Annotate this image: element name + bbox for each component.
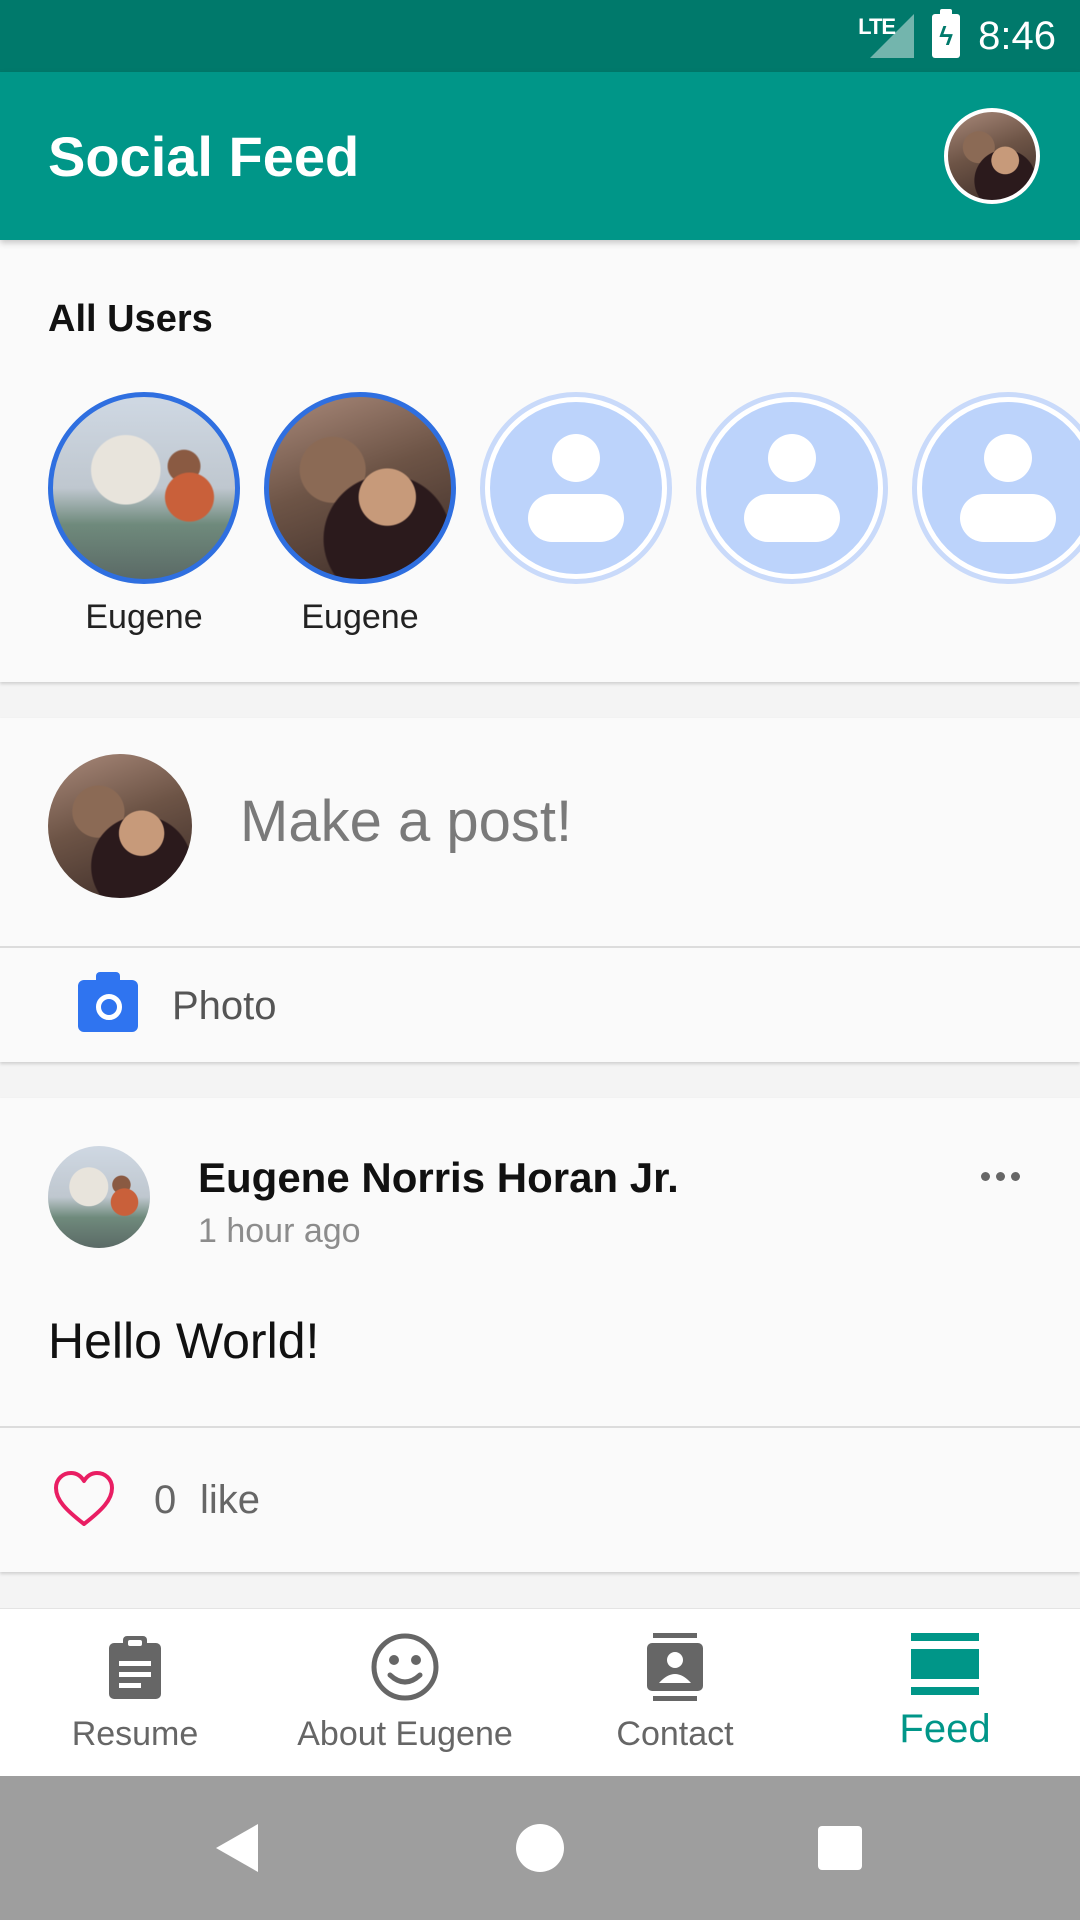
contact-card-icon: [647, 1633, 703, 1701]
battery-charging-icon: ϟ: [932, 9, 961, 58]
user-item[interactable]: [696, 392, 888, 584]
make-post-input[interactable]: Make a post!: [240, 788, 572, 855]
post-composer: Make a post! Photo: [0, 718, 1080, 1062]
heart-icon[interactable]: [52, 1470, 116, 1528]
clock: 8:46: [978, 13, 1056, 58]
divider: [0, 946, 1080, 948]
user-avatar-placeholder[interactable]: [696, 392, 888, 584]
composer-avatar: [48, 754, 192, 898]
user-avatar[interactable]: [48, 392, 240, 584]
user-item[interactable]: Eugene: [48, 392, 240, 637]
post-card: Eugene Norris Horan Jr. 1 hour ago Hello…: [0, 1098, 1080, 1572]
post-author-name[interactable]: Eugene Norris Horan Jr.: [198, 1154, 679, 1202]
users-section: All Users Eugene Eugene: [0, 240, 1080, 682]
signal-icon: [870, 14, 915, 58]
lte-signal-icon: LTE: [858, 14, 915, 58]
nav-item-resume[interactable]: Resume: [0, 1609, 270, 1777]
feed-icon: [911, 1633, 979, 1695]
app-bar: Social Feed: [0, 72, 1080, 240]
post-timestamp: 1 hour ago: [198, 1212, 361, 1250]
like-count: 0: [154, 1478, 177, 1522]
user-item[interactable]: Eugene: [264, 392, 456, 637]
user-avatar[interactable]: [264, 392, 456, 584]
user-name: Eugene: [85, 598, 203, 636]
post-author-avatar[interactable]: [48, 1146, 150, 1248]
nav-label: Feed: [899, 1707, 991, 1751]
home-icon[interactable]: [516, 1824, 564, 1872]
user-item[interactable]: [480, 392, 672, 584]
charging-bolt-icon: ϟ: [939, 21, 954, 51]
divider: [0, 1426, 1080, 1428]
nav-item-feed[interactable]: Feed: [810, 1609, 1080, 1777]
photo-label: Photo: [172, 983, 277, 1028]
app-title: Social Feed: [48, 125, 360, 188]
smiley-icon: [371, 1633, 439, 1701]
nav-item-about[interactable]: About Eugene: [270, 1609, 540, 1777]
status-icons: LTE ϟ 8:46: [858, 0, 1056, 72]
more-options-icon[interactable]: [981, 1172, 1020, 1181]
add-photo-button[interactable]: Photo: [78, 972, 277, 1036]
like-label: like: [200, 1478, 261, 1522]
camera-icon: [78, 972, 138, 1032]
profile-avatar-button[interactable]: [944, 108, 1040, 204]
default-user-icon: [706, 402, 878, 574]
post-body: Hello World!: [48, 1313, 320, 1369]
back-icon[interactable]: [216, 1824, 258, 1872]
nav-item-contact[interactable]: Contact: [540, 1609, 810, 1777]
users-heading: All Users: [48, 298, 213, 340]
bottom-navigation: Resume About Eugene Contact Feed: [0, 1608, 1080, 1776]
recent-apps-icon[interactable]: [818, 1826, 862, 1870]
status-bar: LTE ϟ 8:46: [0, 0, 1080, 72]
user-avatar-placeholder[interactable]: [912, 392, 1080, 584]
nav-label: Resume: [71, 1715, 199, 1753]
user-avatar-placeholder[interactable]: [480, 392, 672, 584]
user-item[interactable]: [912, 392, 1080, 584]
clipboard-icon: [109, 1636, 161, 1699]
nav-label: About Eugene: [297, 1715, 513, 1753]
user-name: Eugene: [301, 598, 419, 636]
default-user-icon: [490, 402, 662, 574]
nav-label: Contact: [616, 1715, 734, 1753]
default-user-icon: [922, 402, 1080, 574]
system-navigation-bar: [0, 1776, 1080, 1920]
